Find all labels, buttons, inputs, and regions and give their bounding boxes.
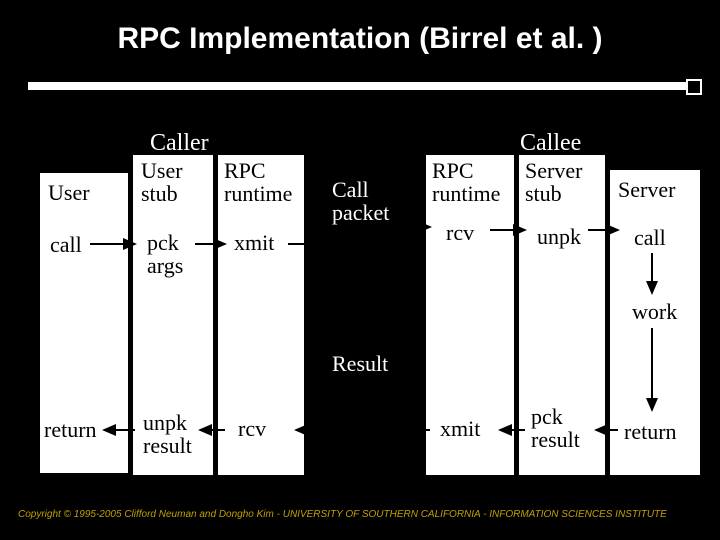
user-return-label: return: [44, 418, 97, 441]
col-header-rpc-client: RPC runtime: [224, 159, 292, 205]
panel-server: Server call work return: [610, 170, 700, 475]
user-stub-unpk-label: unpk result: [143, 411, 192, 457]
slide: RPC Implementation (Birrel et al. ) Call…: [0, 0, 720, 540]
server-stub-unpk-label: unpk: [537, 225, 581, 248]
slide-title: RPC Implementation (Birrel et al. ): [0, 22, 720, 56]
callee-caption: Callee: [520, 130, 581, 157]
call-packet-label: Call packet: [332, 178, 389, 224]
rpc-server-rcv-label: rcv: [446, 221, 474, 244]
title-rule: [28, 82, 692, 90]
caller-caption: Caller: [150, 130, 209, 157]
server-work-label: work: [632, 300, 677, 323]
copyright-footer: Copyright © 1995-2005 Clifford Neuman an…: [18, 509, 667, 520]
user-call-label: call: [50, 233, 82, 256]
rpc-client-xmit-label: xmit: [234, 231, 274, 254]
col-header-rpc-server: RPC runtime: [432, 159, 500, 205]
rpc-client-rcv-label: rcv: [238, 417, 266, 440]
server-return-label: return: [624, 420, 677, 443]
panel-rpc-runtime-server: RPC runtime rcv xmit: [426, 155, 514, 475]
result-label: Result: [332, 352, 388, 375]
server-call-label: call: [634, 226, 666, 249]
col-header-server-stub: Server stub: [525, 159, 582, 205]
panel-rpc-runtime-client: RPC runtime xmit rcv: [218, 155, 304, 475]
panel-server-stub: Server stub unpk pck result: [519, 155, 605, 475]
panel-user: User call return: [40, 173, 128, 473]
col-header-user-stub: User stub: [141, 159, 183, 205]
col-header-server: Server: [618, 178, 675, 201]
server-stub-pck-label: pck result: [531, 405, 580, 451]
user-stub-pck-label: pck args: [147, 231, 183, 277]
panel-user-stub: User stub pck args unpk result: [133, 155, 213, 475]
title-rule-endcap: [686, 79, 702, 95]
col-header-user: User: [48, 181, 90, 204]
rpc-server-xmit-label: xmit: [440, 417, 480, 440]
